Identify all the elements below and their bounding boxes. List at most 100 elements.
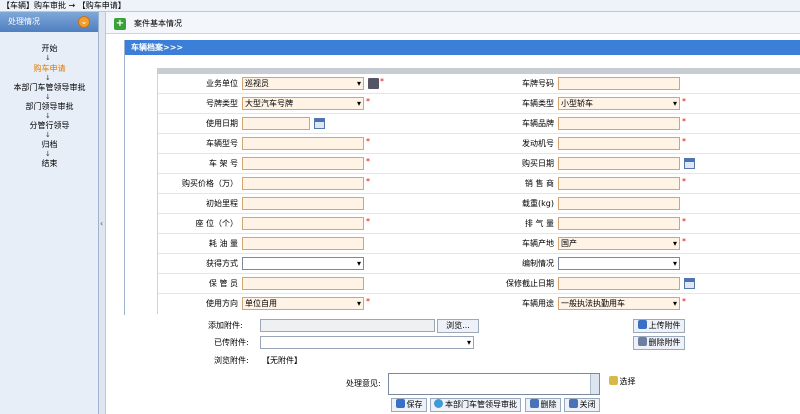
collapse-toggle-icon[interactable]: ⌄	[78, 16, 90, 28]
plate-label: 车牌号码	[522, 79, 554, 88]
down-arrow-icon: ↓	[45, 150, 51, 158]
price-label: 购买价格（万）	[182, 179, 238, 188]
displacement-input[interactable]	[558, 217, 680, 230]
attachment-area: 添加附件: 浏览... 上传附件 已传附件: 删除附件 浏览附件: 【无附件】 …	[124, 315, 800, 414]
required-mark: *	[380, 77, 384, 86]
floppy-icon	[637, 320, 647, 329]
warranty-label: 保修截止日期	[506, 279, 554, 288]
sidebar-title: 处理情况	[8, 17, 40, 26]
opinion-label: 处理意见:	[346, 379, 381, 388]
down-arrow-icon: ↓	[45, 74, 51, 82]
step-dept-car-leader: 本部门车管领导审批	[13, 83, 86, 92]
required-mark: *	[366, 177, 370, 186]
frame-label: 车 架 号	[208, 159, 238, 168]
upload-button[interactable]: 上传附件	[633, 319, 685, 333]
car-type-select[interactable]: 小型轿车	[558, 97, 680, 110]
calendar-icon[interactable]	[314, 118, 325, 129]
plate-type-select[interactable]: 大型汽车号牌	[242, 97, 364, 110]
delete-button[interactable]: 删除	[525, 398, 561, 412]
required-mark: *	[366, 137, 370, 146]
seller-label: 销 售 商	[524, 179, 554, 188]
view-attachment-label: 浏览附件:	[214, 356, 249, 365]
org-picker-icon[interactable]	[368, 78, 379, 89]
org-select[interactable]: 巡视员	[242, 77, 364, 90]
file-path-input[interactable]	[260, 319, 435, 332]
tab-case-basic-info[interactable]: 案件基本情况	[134, 18, 182, 29]
add-attachment-label: 添加附件:	[208, 321, 243, 330]
delete-attachment-button[interactable]: 删除附件	[633, 336, 685, 350]
save-label: 保存	[406, 400, 423, 409]
load-input[interactable]	[558, 197, 680, 210]
delete-label: 删除	[540, 400, 557, 409]
no-attachment-text: 【无附件】	[262, 356, 302, 365]
price-input[interactable]	[242, 177, 364, 190]
displacement-label: 排 气 量	[524, 219, 554, 228]
plate-type-label: 号牌类型	[206, 99, 238, 108]
calendar-icon[interactable]	[684, 158, 695, 169]
plate-input[interactable]	[558, 77, 680, 90]
org-label: 业务单位	[206, 79, 238, 88]
model-input[interactable]	[242, 137, 364, 150]
submit-approval-button[interactable]: 本部门车管领导审批	[430, 398, 521, 412]
workflow-sidebar: 处理情况 ⌄ 开始 ↓ 购车申请 ↓ 本部门车管领导审批 ↓ 部门领导审批 ↓ …	[0, 12, 99, 414]
submit-label: 本部门车管领导审批	[445, 400, 517, 409]
down-arrow-icon: ↓	[45, 131, 51, 139]
buy-date-label: 购买日期	[522, 159, 554, 168]
required-mark: *	[682, 217, 686, 226]
panel-title: 车辆档案>>>	[125, 40, 800, 55]
delete-icon	[529, 399, 539, 408]
sidebar-splitter[interactable]: ‹	[99, 12, 106, 414]
required-mark: *	[682, 297, 686, 306]
close-button[interactable]: 关闭	[564, 398, 600, 412]
seats-label: 座 位（个）	[195, 219, 238, 228]
engine-input[interactable]	[558, 137, 680, 150]
staffing-select[interactable]	[558, 257, 680, 270]
keeper-input[interactable]	[242, 277, 364, 290]
tab-bar: + 案件基本情况	[106, 12, 800, 34]
existing-attachment-label: 已传附件:	[214, 338, 249, 347]
close-label: 关闭	[579, 400, 596, 409]
add-icon[interactable]: +	[114, 18, 126, 30]
use-date-input[interactable]	[242, 117, 310, 130]
browse-button[interactable]: 浏览...	[437, 319, 479, 333]
acquire-select[interactable]	[242, 257, 364, 270]
frame-input[interactable]	[242, 157, 364, 170]
model-label: 车辆型号	[206, 139, 238, 148]
existing-attachment-select[interactable]	[260, 336, 474, 349]
seller-input[interactable]	[558, 177, 680, 190]
step-end: 结束	[41, 159, 58, 168]
select-button[interactable]: 选择	[604, 376, 640, 390]
step-dept-leader: 部门领导审批	[25, 102, 74, 111]
acquire-label: 获得方式	[206, 259, 238, 268]
brand-input[interactable]	[558, 117, 680, 130]
car-type-label: 车辆类型	[522, 99, 554, 108]
step-purchase-request: 购车申请	[33, 64, 66, 73]
delete-attachment-label: 删除附件	[648, 338, 681, 347]
scrollbar[interactable]	[590, 374, 599, 394]
mileage-label: 初始里程	[206, 199, 238, 208]
submit-icon	[434, 399, 443, 408]
fuel-input[interactable]	[242, 237, 364, 250]
staffing-label: 编制情况	[522, 259, 554, 268]
upload-label: 上传附件	[648, 321, 681, 330]
sidebar-header: 处理情况 ⌄	[0, 12, 98, 32]
down-arrow-icon: ↓	[45, 93, 51, 101]
purpose-label: 车辆用途	[522, 299, 554, 308]
warranty-input[interactable]	[558, 277, 680, 290]
direction-select[interactable]: 单位自用	[242, 297, 364, 310]
breadcrumb: 【车辆】购车审批 → 【购车申请】	[0, 0, 800, 12]
required-mark: *	[366, 217, 370, 226]
save-icon	[395, 399, 405, 408]
origin-select[interactable]: 国产	[558, 237, 680, 250]
brand-label: 车辆品牌	[522, 119, 554, 128]
required-mark: *	[682, 237, 686, 246]
purpose-select[interactable]: 一般执法执勤用车	[558, 297, 680, 310]
opinion-textarea[interactable]	[388, 373, 600, 395]
buy-date-input[interactable]	[558, 157, 680, 170]
chevron-left-icon[interactable]: ‹	[100, 219, 103, 228]
calendar-icon[interactable]	[684, 278, 695, 289]
seats-input[interactable]	[242, 217, 364, 230]
mileage-input[interactable]	[242, 197, 364, 210]
close-icon	[568, 399, 578, 408]
save-button[interactable]: 保存	[391, 398, 427, 412]
